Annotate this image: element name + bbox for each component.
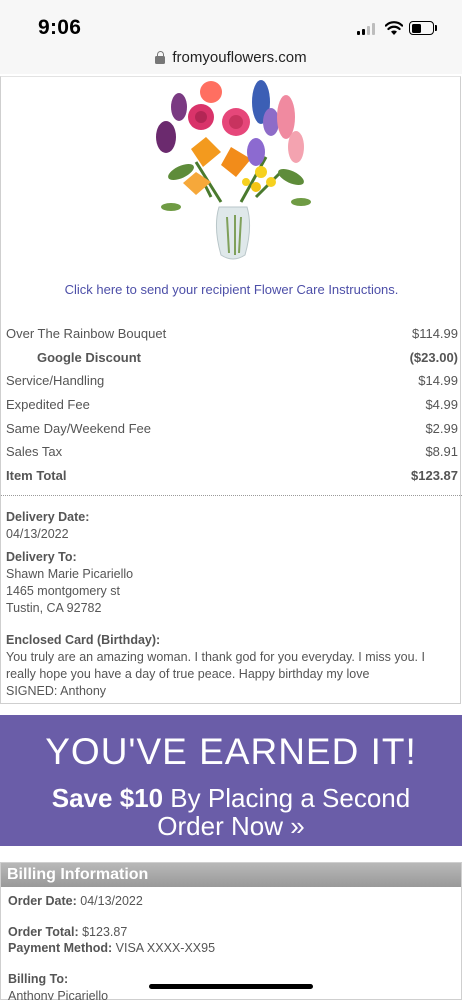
address-bar[interactable]: fromyouflowers.com: [0, 44, 462, 74]
line-item-value: $4.99: [425, 397, 458, 413]
flower-care-link[interactable]: Click here to send your recipient Flower…: [1, 282, 462, 297]
line-item-discount: Google Discount ($23.00): [1, 347, 462, 371]
billing-header: Billing Information: [1, 863, 461, 887]
line-item-value: $114.99: [411, 326, 458, 341]
line-item-total: Item Total $123.87: [1, 465, 462, 489]
line-item-expedited: Expedited Fee $4.99: [1, 394, 462, 418]
delivery-to-block: Delivery To: Shawn Marie Picariello 1465…: [6, 549, 456, 617]
payment-method-value: VISA XXXX-XX95: [112, 941, 216, 955]
line-item-label: Expedited Fee: [6, 397, 90, 413]
line-item-label: Over The Rainbow Bouquet: [6, 326, 167, 341]
order-summary-card: Click here to send your recipient Flower…: [0, 76, 462, 704]
lock-icon: [155, 51, 166, 64]
cellular-signal-icon: [357, 23, 377, 35]
delivery-date-value: 04/13/2022: [6, 527, 69, 541]
line-item-tax: Sales Tax $8.91: [1, 441, 462, 465]
order-total-label: Order Total:: [8, 925, 79, 939]
order-date-label: Order Date:: [8, 894, 77, 908]
line-item-value: ($23.00): [409, 349, 458, 365]
line-item-value: $2.99: [425, 420, 458, 436]
line-item-value: $14.99: [418, 373, 458, 389]
delivery-date-label: Delivery Date:: [6, 510, 90, 524]
line-item-same-day: Same Day/Weekend Fee $2.99: [1, 418, 462, 442]
line-item-value: $8.91: [425, 444, 458, 460]
reorder-promo-banner[interactable]: YOU'VE EARNED IT! Save $10 By Placing a …: [0, 715, 462, 846]
url-text: fromyouflowers.com: [172, 49, 307, 66]
card-label: Enclosed Card (Birthday):: [6, 633, 161, 647]
line-item-label: Same Day/Weekend Fee: [6, 420, 151, 436]
line-item-label: Google Discount: [37, 349, 141, 365]
wifi-icon: [384, 20, 404, 36]
home-indicator[interactable]: [149, 984, 313, 989]
line-item-label: Item Total: [6, 468, 67, 484]
order-total-value: $123.87: [78, 925, 128, 939]
divider: [1, 495, 462, 496]
recipient-city: Tustin, CA 92782: [6, 601, 102, 615]
order-total-line: Order Total: $123.87: [8, 924, 458, 941]
promo-headline: YOU'VE EARNED IT!: [45, 731, 417, 772]
order-date-line: Order Date: 04/13/2022: [8, 893, 458, 910]
price-breakdown: Over The Rainbow Bouquet $114.99 Google …: [1, 323, 462, 489]
order-date-value: 04/13/2022: [76, 894, 143, 908]
promo-cta: Order Now »: [157, 811, 305, 841]
recipient-name: Shawn Marie Picariello: [6, 567, 134, 581]
card-signed: SIGNED: Anthony: [6, 684, 107, 698]
status-bar: 9:06: [0, 0, 462, 44]
payment-method-label: Payment Method:: [8, 941, 113, 955]
battery-icon: [409, 21, 437, 35]
enclosed-card-block: Enclosed Card (Birthday): You truly are …: [6, 632, 456, 700]
recipient-street: 1465 montgomery st: [6, 584, 120, 598]
line-item-label: Service/Handling: [6, 373, 105, 389]
promo-save-amount: Save $10: [51, 783, 164, 813]
payment-method-line: Payment Method: VISA XXXX-XX95: [8, 940, 458, 957]
card-message: You truly are an amazing woman. I thank …: [6, 650, 425, 681]
line-item-product: Over The Rainbow Bouquet $114.99: [1, 323, 462, 347]
line-item-label: Sales Tax: [6, 444, 63, 460]
promo-offer: Save $10 By Placing a Second: [0, 783, 462, 814]
line-item-service: Service/Handling $14.99: [1, 370, 462, 394]
status-time: 9:06: [38, 16, 82, 39]
delivery-to-label: Delivery To:: [6, 550, 77, 564]
line-item-value: $123.87: [411, 468, 458, 484]
billing-information-card: Billing Information Order Date: 04/13/20…: [0, 862, 462, 1000]
billing-name: Anthony Picariello: [8, 989, 109, 1000]
bouquet-image: [141, 77, 326, 267]
promo-offer-text: By Placing a Second: [163, 783, 411, 813]
delivery-date-block: Delivery Date: 04/13/2022: [6, 509, 456, 543]
